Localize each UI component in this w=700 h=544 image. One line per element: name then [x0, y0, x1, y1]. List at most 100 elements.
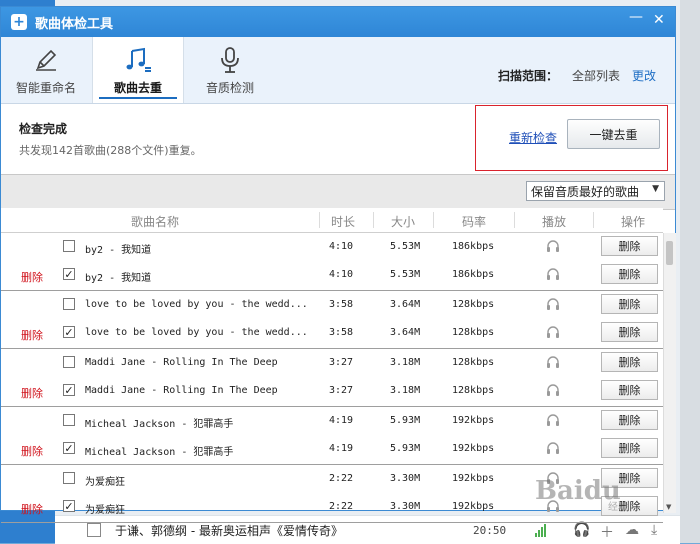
row-checkbox[interactable]: ✓: [63, 326, 75, 338]
row-checkbox[interactable]: [63, 472, 75, 484]
table-row[interactable]: 删除 ✓ love to be loved by you - the wedd...…: [1, 319, 663, 347]
pencil-icon: [33, 45, 59, 75]
song-size: 3.64M: [390, 327, 421, 338]
table-row[interactable]: 删除 ✓ Maddi Jane - Rolling In The Deep 3:27 3…: [1, 377, 663, 405]
row-checkbox[interactable]: [63, 298, 75, 310]
song-bitrate: 192kbps: [452, 501, 495, 512]
delete-button[interactable]: 删除: [601, 438, 658, 458]
song-name: Maddi Jane - Rolling In The Deep: [85, 357, 278, 368]
song-size: 5.93M: [390, 415, 421, 426]
keep-strategy-select[interactable]: 保留音质最好的歌曲 ▼: [526, 181, 665, 201]
song-name: Maddi Jane - Rolling In The Deep: [85, 385, 278, 396]
headphones-icon[interactable]: [546, 267, 560, 285]
close-button[interactable]: ✕: [653, 12, 665, 28]
status-title: 检查完成: [19, 122, 68, 136]
headphones-icon[interactable]: 🎧: [573, 522, 590, 538]
song-duration: 2:22: [329, 501, 354, 512]
song-size: 5.53M: [390, 269, 421, 280]
row-checkbox[interactable]: ✓: [63, 268, 75, 280]
delete-button[interactable]: 删除: [601, 352, 658, 372]
plus-icon[interactable]: ＋: [600, 522, 614, 542]
header-divider: [319, 212, 320, 228]
song-duration: 2:22: [329, 473, 354, 484]
delete-mark[interactable]: 删除: [21, 269, 43, 285]
song-name: by2 - 我知道: [85, 273, 152, 284]
download-icon[interactable]: ⤓: [651, 522, 657, 538]
song-duration: 4:19: [329, 415, 354, 426]
headphones-icon[interactable]: [546, 239, 560, 257]
row-checkbox[interactable]: ✓: [63, 442, 75, 454]
headphones-icon[interactable]: [546, 441, 560, 459]
headphones-icon[interactable]: [546, 383, 560, 401]
select-value: 保留音质最好的歌曲: [531, 184, 640, 199]
delete-mark[interactable]: 删除: [21, 327, 43, 343]
delete-button[interactable]: 删除: [601, 294, 658, 314]
song-size: 3.30M: [390, 501, 421, 512]
delete-button[interactable]: 删除: [601, 322, 658, 342]
signal-icon: [535, 524, 546, 537]
chevron-down-icon: ▼: [652, 184, 659, 194]
table-row[interactable]: 删除 ✓ Micheal Jackson - 犯罪高手 4:19 5.93M 192kbp…: [1, 435, 663, 463]
headphones-icon[interactable]: [546, 413, 560, 431]
window-title: 歌曲体检工具: [35, 16, 114, 32]
table-row[interactable]: by2 - 我知道 4:10 5.53M 186kbps 删除: [1, 233, 663, 261]
scroll-thumb[interactable]: [666, 241, 673, 265]
delete-button[interactable]: 删除: [601, 264, 658, 284]
song-check-dialog: + 歌曲体检工具 — ✕ 智能重命名 歌曲去重 音质检测 扫描范围： 全部列表 …: [0, 6, 676, 523]
song-size: 3.30M: [390, 473, 421, 484]
song-bitrate: 186kbps: [452, 269, 495, 280]
cloud-icon[interactable]: ☁: [625, 522, 639, 538]
table-row[interactable]: Micheal Jackson - 犯罪高手 4:19 5.93M 192kbps 删除: [1, 407, 663, 435]
table-row[interactable]: love to be loved by you - the wedd... 3:5…: [1, 291, 663, 319]
recheck-link[interactable]: 重新检查: [509, 129, 557, 146]
delete-mark[interactable]: 删除: [21, 443, 43, 459]
tab-label: 歌曲去重: [113, 81, 162, 95]
header-divider: [433, 212, 434, 228]
delete-mark[interactable]: 删除: [21, 385, 43, 401]
microphone-icon: [217, 45, 243, 75]
header-action: 操作: [621, 215, 646, 229]
row-checkbox[interactable]: ✓: [63, 384, 75, 396]
row-checkbox[interactable]: [63, 240, 75, 252]
song-size: 3.18M: [390, 385, 421, 396]
tab-song-dedup[interactable]: 歌曲去重: [92, 37, 184, 103]
header-size: 大小: [391, 215, 416, 229]
song-bitrate: 192kbps: [452, 415, 495, 426]
delete-mark[interactable]: 删除: [21, 501, 43, 517]
status-panel: 检查完成 共发现142首歌曲(288个文件)重复。 重新检查 一键去重: [1, 104, 675, 174]
scroll-down-arrow-icon[interactable]: ▼: [666, 503, 671, 511]
table-row[interactable]: 删除 ✓ by2 - 我知道 4:10 5.53M 186kbps 删除: [1, 261, 663, 289]
song-duration: 4:19: [329, 443, 354, 454]
header-play: 播放: [542, 215, 567, 229]
delete-button[interactable]: 删除: [601, 236, 658, 256]
baidu-watermark-sub: 经验: [608, 502, 628, 513]
song-duration: 3:27: [329, 385, 354, 396]
headphones-icon[interactable]: [546, 325, 560, 343]
row-checkbox[interactable]: [63, 356, 75, 368]
row-checkbox[interactable]: [63, 414, 75, 426]
tab-quality-check[interactable]: 音质检测: [185, 37, 275, 103]
list-scrollbar[interactable]: ▼: [663, 233, 676, 513]
minimize-button[interactable]: —: [629, 9, 643, 25]
headphones-icon[interactable]: [546, 297, 560, 315]
song-duration: 3:27: [329, 357, 354, 368]
song-name: by2 - 我知道: [85, 245, 152, 256]
change-scan-range-link[interactable]: 更改: [632, 67, 656, 84]
song-bitrate: 128kbps: [452, 327, 495, 338]
song-bitrate: 128kbps: [452, 357, 495, 368]
song-size: 3.18M: [390, 357, 421, 368]
row-checkbox[interactable]: ✓: [63, 500, 75, 512]
duplicate-group: Micheal Jackson - 犯罪高手 4:19 5.93M 192kbps 删除…: [1, 407, 663, 465]
background-row-checkbox[interactable]: [87, 523, 101, 537]
one-click-dedup-button[interactable]: 一键去重: [567, 119, 660, 149]
delete-button[interactable]: 删除: [601, 410, 658, 430]
title-bar[interactable]: + 歌曲体检工具 — ✕: [1, 7, 675, 37]
header-song-name: 歌曲名称: [131, 215, 180, 229]
table-row[interactable]: Maddi Jane - Rolling In The Deep 3:27 3.18…: [1, 349, 663, 377]
background-scrollbar: [680, 0, 700, 543]
tab-smart-rename[interactable]: 智能重命名: [1, 37, 91, 103]
duplicate-group: Maddi Jane - Rolling In The Deep 3:27 3.18…: [1, 349, 663, 407]
headphones-icon[interactable]: [546, 355, 560, 373]
header-divider: [373, 212, 374, 228]
delete-button[interactable]: 删除: [601, 380, 658, 400]
